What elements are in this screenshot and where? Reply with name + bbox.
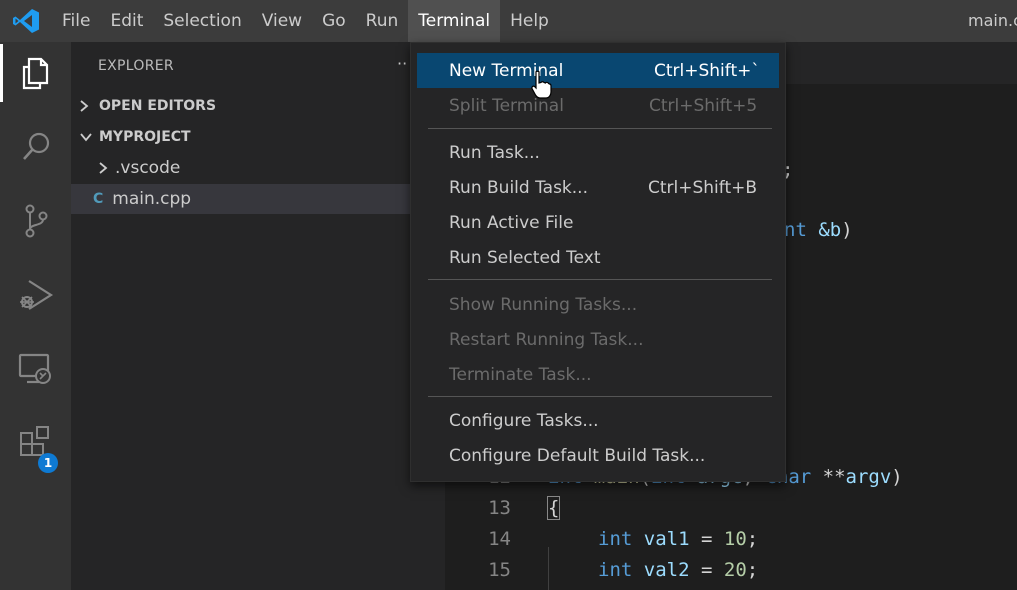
chevron-down-icon bbox=[79, 132, 93, 142]
open-editors-label: OPEN EDITORS bbox=[99, 98, 217, 114]
menu-item-label: Show Running Tasks... bbox=[449, 294, 638, 315]
menu-bar: File Edit Selection View Go Run Terminal… bbox=[52, 0, 559, 42]
sidebar-title: EXPLORER bbox=[98, 58, 174, 74]
menu-item-label: Run Active File bbox=[449, 212, 574, 233]
line-number: 14 bbox=[488, 528, 511, 550]
menu-selection[interactable]: Selection bbox=[153, 0, 251, 42]
tree-item-vscode-folder[interactable]: .vscode bbox=[71, 153, 445, 183]
menu-help[interactable]: Help bbox=[500, 0, 559, 42]
menu-separator bbox=[428, 396, 772, 397]
window-title: main.c bbox=[968, 11, 1017, 30]
tree-item-main-cpp[interactable]: C main.cpp bbox=[71, 184, 445, 214]
project-label: MYPROJECT bbox=[99, 129, 191, 145]
menu-item-label: Configure Tasks... bbox=[449, 410, 599, 431]
activity-remote-explorer[interactable] bbox=[0, 339, 71, 397]
activity-search[interactable] bbox=[0, 118, 71, 176]
source-control-icon bbox=[25, 204, 47, 238]
code-line-13: { bbox=[546, 496, 561, 520]
chevron-right-icon bbox=[79, 99, 93, 113]
file-label: main.cpp bbox=[112, 189, 192, 209]
folder-label: .vscode bbox=[115, 158, 181, 178]
terminal-menu-dropdown: New Terminal Ctrl+Shift+` Split Terminal… bbox=[410, 42, 786, 482]
vscode-logo-icon bbox=[13, 9, 39, 33]
menu-separator bbox=[428, 279, 772, 280]
explorer-icon bbox=[22, 57, 48, 90]
menu-file[interactable]: File bbox=[52, 0, 100, 42]
menu-item-terminate-task[interactable]: Terminate Task... bbox=[417, 357, 779, 392]
activity-extensions[interactable]: 1 bbox=[0, 413, 71, 473]
menu-item-label: Run Selected Text bbox=[449, 247, 601, 268]
menu-item-configure-tasks[interactable]: Configure Tasks... bbox=[417, 403, 779, 438]
menu-terminal[interactable]: Terminal bbox=[408, 0, 501, 42]
more-actions-icon[interactable]: ·· bbox=[397, 54, 407, 73]
menu-item-run-build-task[interactable]: Run Build Task... Ctrl+Shift+B bbox=[417, 170, 779, 205]
menu-item-restart-running-task[interactable]: Restart Running Task... bbox=[417, 322, 779, 357]
menu-item-label: Restart Running Task... bbox=[449, 329, 644, 350]
menu-view[interactable]: View bbox=[252, 0, 312, 42]
menu-separator bbox=[428, 128, 772, 129]
menu-item-run-selected-text[interactable]: Run Selected Text bbox=[417, 240, 779, 275]
run-debug-icon bbox=[19, 280, 53, 310]
menu-item-new-terminal[interactable]: New Terminal Ctrl+Shift+` bbox=[417, 53, 779, 88]
menu-item-show-running-tasks[interactable]: Show Running Tasks... bbox=[417, 287, 779, 322]
menu-item-split-terminal[interactable]: Split Terminal Ctrl+Shift+5 bbox=[417, 88, 779, 123]
menu-item-shortcut: Ctrl+Shift+5 bbox=[649, 95, 758, 116]
section-open-editors[interactable]: OPEN EDITORS bbox=[71, 91, 445, 121]
search-icon bbox=[22, 132, 49, 160]
activity-bar: 1 bbox=[0, 42, 71, 590]
explorer-sidebar: EXPLORER ·· OPEN EDITORS MYPROJECT .vsco… bbox=[71, 42, 445, 590]
menu-run[interactable]: Run bbox=[356, 0, 409, 42]
cpp-file-icon: C bbox=[93, 191, 104, 207]
code-line-14: int val1 = 10; bbox=[598, 528, 759, 550]
activity-explorer[interactable] bbox=[0, 44, 71, 102]
menu-go[interactable]: Go bbox=[312, 0, 356, 42]
section-myproject[interactable]: MYPROJECT bbox=[71, 122, 445, 152]
activity-source-control[interactable] bbox=[0, 192, 71, 250]
menu-item-label: Run Task... bbox=[449, 142, 540, 163]
menu-item-label: Terminate Task... bbox=[449, 364, 592, 385]
menu-item-label: Run Build Task... bbox=[449, 177, 588, 198]
menu-edit[interactable]: Edit bbox=[100, 0, 153, 42]
extensions-badge: 1 bbox=[38, 453, 58, 473]
line-number: 13 bbox=[488, 497, 511, 519]
menu-item-configure-default-build-task[interactable]: Configure Default Build Task... bbox=[417, 438, 779, 473]
menu-item-label: Configure Default Build Task... bbox=[449, 445, 706, 466]
indent-guide bbox=[548, 547, 549, 590]
hand-pointer-icon bbox=[531, 70, 552, 99]
activity-run-debug[interactable] bbox=[0, 266, 71, 324]
code-line-15: int val2 = 20; bbox=[598, 559, 759, 581]
remote-explorer-icon bbox=[18, 353, 51, 384]
line-number: 15 bbox=[488, 559, 511, 581]
menu-item-run-active-file[interactable]: Run Active File bbox=[417, 205, 779, 240]
menu-item-shortcut: Ctrl+Shift+B bbox=[648, 177, 758, 198]
code-fragment: nt &b) bbox=[784, 219, 853, 241]
menu-item-shortcut: Ctrl+Shift+` bbox=[654, 60, 760, 81]
title-bar: File Edit Selection View Go Run Terminal… bbox=[0, 0, 1017, 42]
chevron-right-icon bbox=[98, 161, 108, 175]
menu-item-run-task[interactable]: Run Task... bbox=[417, 135, 779, 170]
